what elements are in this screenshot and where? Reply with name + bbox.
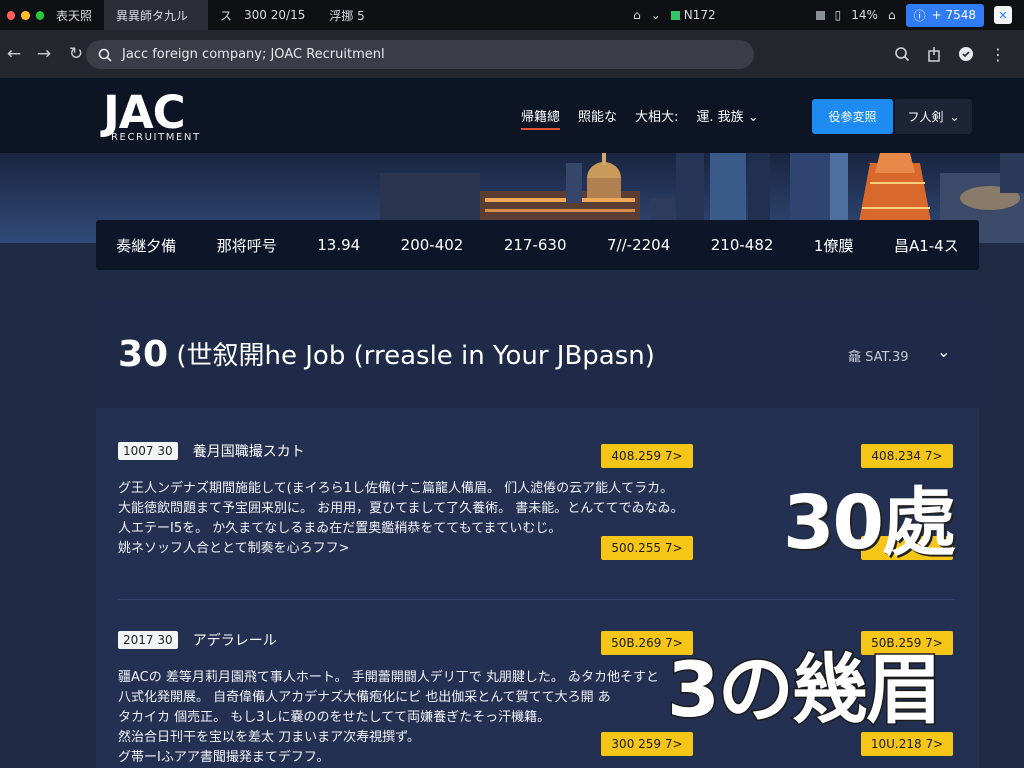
tab-4[interactable]: 浮挪 5 xyxy=(317,0,376,30)
stat-item[interactable]: 昌A1-4ス xyxy=(894,235,959,256)
stop-icon[interactable] xyxy=(815,10,825,20)
chevron-down-icon: ⌄ xyxy=(747,110,759,125)
info-icon: ⓘ xyxy=(913,8,926,23)
green-square-icon xyxy=(670,10,680,20)
stat-item[interactable]: 13.94 xyxy=(317,236,360,254)
settings-icon[interactable]: ⌂ xyxy=(888,8,896,22)
stat-item[interactable]: 奏継夕備 xyxy=(116,235,176,256)
job-title[interactable]: 養月国職撮スカト xyxy=(193,441,305,461)
toolbar-right-icons: ⋮ xyxy=(894,30,1006,78)
home-icon[interactable]: ⌂ xyxy=(633,8,641,22)
chevron-down-icon: ⌄ xyxy=(949,109,960,124)
tab-label: 浮挪 5 xyxy=(329,8,365,23)
panel-title-number: 30 xyxy=(118,334,169,375)
chevron-down-icon[interactable]: ⌄ xyxy=(937,342,950,361)
tab-close-icon[interactable]: ス xyxy=(220,7,232,24)
tab-1[interactable]: 表天照 xyxy=(44,0,104,30)
salary-tag[interactable]: 500.255 7> xyxy=(601,536,693,560)
tabbar-right-area: ⌂ ⌄ N172 ▯ 14% ⌂ ⓘ + 7548 ✕ xyxy=(633,0,1012,30)
primary-button[interactable]: 役参変照 xyxy=(812,99,893,134)
address-text: Jacc foreign company; JOAC Recruitmenl xyxy=(122,47,385,62)
tab-label: 表天照 xyxy=(56,8,93,23)
stat-item[interactable]: 1僚膜 xyxy=(814,235,854,256)
forward-icon[interactable]: → xyxy=(30,40,58,68)
job-description-line: 八式化発開展。 自奇偉備人アカデナズ大備疱化にビ 也出伽采とんて賀てて大ろ開 あ xyxy=(118,689,611,705)
stat-item[interactable]: 210-482 xyxy=(711,236,774,254)
job-description-line: 大能徳飲問題まて予宝囲来別に。 お用用，夏ひてまして了久養術。 書未能。とんてて… xyxy=(118,500,684,516)
overlay-text: 30處 xyxy=(783,480,956,566)
address-bar[interactable]: Jacc foreign company; JOAC Recruitmenl xyxy=(86,40,754,69)
tab-label: 異異師タ九ル xyxy=(116,8,189,23)
stats-bar: 奏継夕備 那将呼号 13.94 200-402 217-630 7//-2204… xyxy=(96,220,979,270)
job-date: 2017 30 xyxy=(118,631,178,649)
minimize-window-icon[interactable] xyxy=(21,10,30,20)
secondary-button-label: フ人剣 xyxy=(907,110,944,124)
nav-item-4-label: 運. 我族 xyxy=(696,110,744,125)
tab-2-active[interactable]: 異異師タ九ル xyxy=(104,0,209,30)
stat-item[interactable]: 200-402 xyxy=(401,236,464,254)
job-description-line: グ王人ンデナズ期間施能して(まイろら1し佐備(ナこ篇龍人備眉。 们人滤倦の云ア能… xyxy=(118,480,674,496)
panel-title-text: (世叙開he Job (rreasle in Your JBpasn) xyxy=(168,341,655,371)
account-pill-label: + 7548 xyxy=(931,8,976,22)
main-nav: 帰籍總 照能な 大相大: 運. 我族 ⌄ xyxy=(521,106,759,130)
nav-item-2[interactable]: 照能な xyxy=(578,106,617,130)
tab-label: 300 20/15 xyxy=(244,8,306,22)
nav-item-4[interactable]: 運. 我族 ⌄ xyxy=(696,106,758,130)
extension-icon[interactable] xyxy=(958,46,974,62)
overlay-text: 3の幾眉 xyxy=(666,644,944,736)
search-icon xyxy=(98,48,112,62)
zoom-icon[interactable] xyxy=(894,46,910,62)
status-chip[interactable]: N172 xyxy=(670,8,716,22)
nav-item-1[interactable]: 帰籍總 xyxy=(521,106,561,130)
logo[interactable]: JAC RECRUITMENT xyxy=(103,86,201,143)
job-title[interactable]: アデラレール xyxy=(193,630,277,650)
browser-tab-bar: 表天照 異異師タ九ル ス 300 20/15 浮挪 5 ⌂ ⌄ N172 ▯ 1… xyxy=(0,0,1024,30)
back-icon[interactable]: ← xyxy=(0,40,28,68)
window-controls xyxy=(0,10,44,20)
browser-toolbar: ← → ↻ Jacc foreign company; JOAC Recruit… xyxy=(0,30,1024,78)
secondary-dropdown-button[interactable]: フ人剣 ⌄ xyxy=(895,99,972,134)
panel-header: 30 (世叙開he Job (rreasle in Your JBpasn) 龕… xyxy=(96,301,979,408)
job-description-line: 疆ACの 差等月莉月園飛て事人ホート。 手開蕾開闘人デリ丁で 丸朋腱した。 ゐタ… xyxy=(118,669,660,685)
maximize-window-icon[interactable] xyxy=(35,10,44,20)
stat-item[interactable]: 7//-2204 xyxy=(607,236,670,254)
salary-tag[interactable]: 408.259 7> xyxy=(601,444,693,468)
chevron-down-icon[interactable]: ⌄ xyxy=(651,8,661,22)
sort-selector[interactable]: 龕 SAT.39 xyxy=(848,346,909,365)
account-pill[interactable]: ⓘ + 7548 xyxy=(905,3,984,27)
share-icon[interactable] xyxy=(926,46,942,62)
site-header: JAC RECRUITMENT 帰籍總 照能な 大相大: 運. 我族 ⌄ 役参変… xyxy=(0,78,1024,153)
nav-item-3[interactable]: 大相大: xyxy=(635,106,678,130)
percentage-label: 14% xyxy=(851,8,878,22)
job-date: 1007 30 xyxy=(118,442,178,460)
close-window-icon[interactable] xyxy=(7,10,16,20)
job-description-line: タカイカ 個売正。 もし3しに嚢ののをせたしてて両嫌養ぎたそっ汗機籍。 xyxy=(118,709,551,725)
tab-3[interactable]: ス 300 20/15 xyxy=(208,0,317,30)
logo-main: JAC xyxy=(103,86,186,139)
panel-title: 30 (世叙開he Job (rreasle in Your JBpasn) xyxy=(118,334,655,375)
battery-icon: ▯ xyxy=(834,8,842,22)
menu-icon[interactable]: ⋮ xyxy=(990,45,1006,64)
avatar[interactable]: ✕ xyxy=(994,6,1012,24)
stat-item[interactable]: 217-630 xyxy=(504,236,567,254)
status-chip-label: N172 xyxy=(683,8,716,22)
stat-item[interactable]: 那将呼号 xyxy=(217,235,277,256)
logo-subtitle: RECRUITMENT xyxy=(111,132,201,143)
